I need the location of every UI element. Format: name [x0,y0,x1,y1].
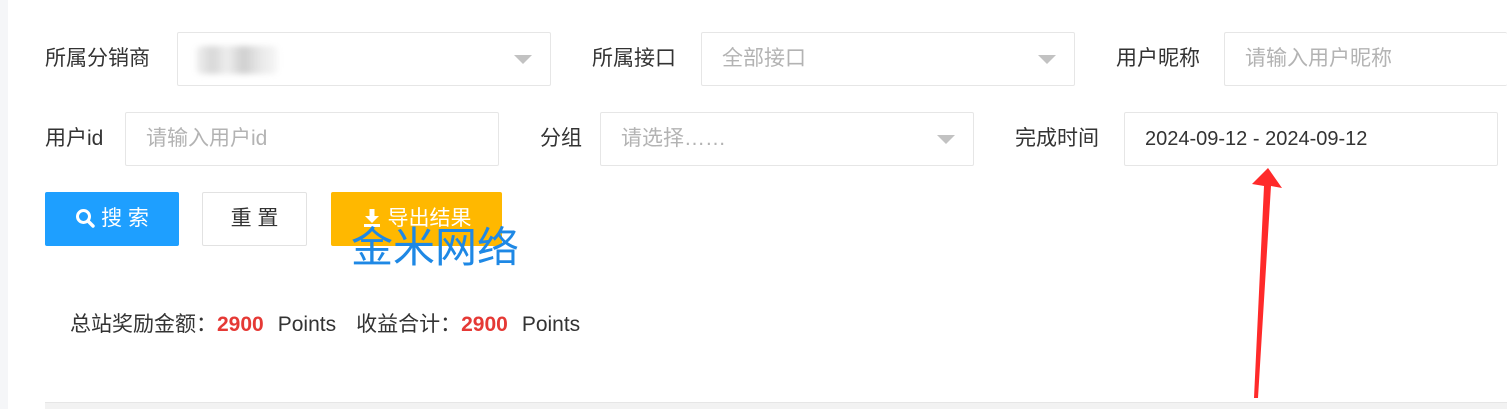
annotation-arrow-icon [1252,168,1282,398]
